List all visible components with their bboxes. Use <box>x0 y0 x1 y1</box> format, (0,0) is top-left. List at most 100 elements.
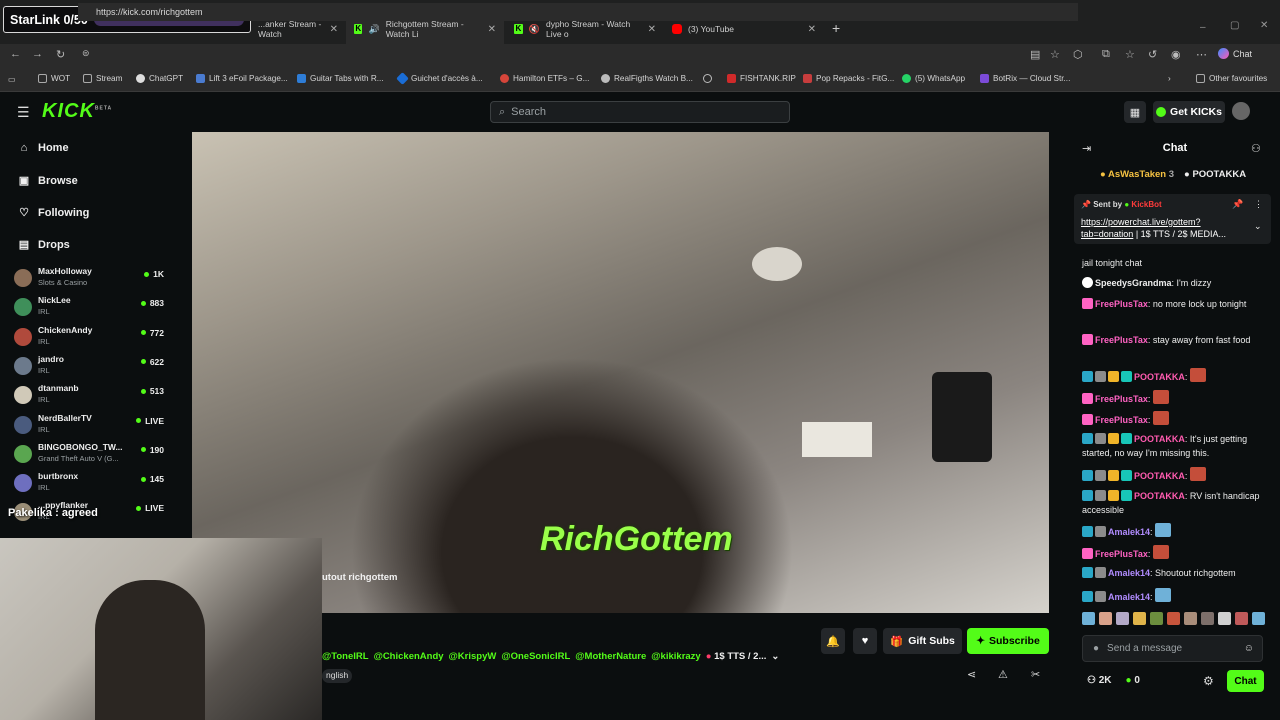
emote-icon[interactable] <box>1218 612 1231 625</box>
muted-speaker-icon[interactable]: 🔇 <box>529 24 540 35</box>
emote-icon[interactable] <box>1116 612 1129 625</box>
speaker-icon[interactable]: 🔊 <box>368 24 379 35</box>
gift-subs-button[interactable]: 🎁 Gift Subs <box>883 628 962 654</box>
sidebar-channel[interactable]: BINGOBONGO_TW... Grand Theft Auto V (G...… <box>14 442 164 470</box>
star-icon[interactable]: ☆ <box>1050 48 1060 61</box>
bookmark-item[interactable]: RealFigths Watch B... <box>601 74 693 83</box>
chat-username[interactable]: FreePlusTax <box>1095 549 1148 559</box>
clip-icon[interactable]: ✂ <box>1031 668 1040 681</box>
chat-username[interactable]: FreePlusTax <box>1095 415 1148 425</box>
history-icon[interactable]: ↺ <box>1148 48 1157 61</box>
nav-home[interactable]: ⌂ Home <box>18 142 69 154</box>
share-icon[interactable]: ⋖ <box>967 668 976 681</box>
sidebar-channel[interactable]: NerdBallerTV IRL LIVE <box>14 413 164 441</box>
profile-icon[interactable]: ◉ <box>1171 48 1181 61</box>
emote-icon[interactable] <box>1150 612 1163 625</box>
gear-icon[interactable]: ⚙ <box>1203 674 1214 688</box>
back-icon[interactable]: ← <box>10 48 21 60</box>
sidebar-channel[interactable]: ChickenAndy IRL 772 <box>14 325 164 353</box>
report-icon[interactable]: ⚠ <box>998 668 1008 681</box>
bookmark-item[interactable]: BotRix — Cloud Str... <box>980 74 1070 83</box>
chat-input[interactable]: ● Send a message ☺ <box>1082 635 1263 662</box>
chevron-right-icon[interactable]: › <box>1168 74 1171 83</box>
emote-icon[interactable] <box>1201 612 1214 625</box>
emote-icon[interactable] <box>1252 612 1265 625</box>
emote-icon[interactable] <box>1235 612 1248 625</box>
notification-bell-button[interactable]: 🔔 <box>821 628 845 654</box>
chevron-down-icon[interactable]: ⌄ <box>1254 221 1262 232</box>
reload-icon[interactable]: ↻ <box>56 48 65 61</box>
chat-username[interactable]: FreePlusTax <box>1095 299 1148 309</box>
bookmark-item[interactable] <box>703 74 712 83</box>
bookmark-item[interactable]: ChatGPT <box>136 74 183 83</box>
close-icon[interactable]: ✕ <box>330 24 338 35</box>
avatar[interactable] <box>1232 102 1250 120</box>
tag-link[interactable]: @KrispyW <box>449 651 497 662</box>
tag-link[interactable]: @ChickenAndy <box>374 651 444 662</box>
bookmark-item[interactable]: Pop Repacks - FitG... <box>803 74 894 83</box>
minimize-icon[interactable]: – <box>1200 22 1206 33</box>
tag-link[interactable]: @OneSonicIRL <box>501 651 570 662</box>
follow-button[interactable]: ♥ <box>853 628 877 654</box>
emote-icon[interactable] <box>1184 612 1197 625</box>
tag-link[interactable]: @kikikrazy <box>651 651 700 662</box>
menu-icon[interactable]: ☰ <box>17 104 30 121</box>
close-icon[interactable]: ✕ <box>808 24 816 35</box>
bookmark-item[interactable]: Lift 3 eFoil Package... <box>196 74 288 83</box>
tag-link[interactable]: @MotherNature <box>575 651 646 662</box>
forward-icon[interactable]: → <box>32 48 43 60</box>
bookmark-item[interactable]: Guitar Tabs with R... <box>297 74 384 83</box>
chat-username[interactable]: POOTAKKA <box>1134 372 1185 382</box>
more-icon[interactable]: ⋯ <box>1196 48 1207 61</box>
reader-icon[interactable]: ▤ <box>1030 48 1040 61</box>
chat-username[interactable]: Amalek14 <box>1108 568 1150 578</box>
other-favourites[interactable]: Other favourites <box>1196 74 1267 83</box>
dashboard-icon[interactable]: ▦ <box>1124 101 1146 123</box>
site-info-icon[interactable]: ⊜ <box>82 48 90 59</box>
tag-link[interactable]: @ToneIRL <box>322 651 369 662</box>
chevron-down-icon[interactable]: ⌄ <box>771 651 779 662</box>
chat-username[interactable]: SpeedysGrandma <box>1095 278 1172 288</box>
close-icon[interactable]: ✕ <box>488 24 496 35</box>
gifter-item[interactable]: ● AsWasTaken 3 <box>1100 169 1174 180</box>
sidebar-channel[interactable]: dtanmanb IRL 513 <box>14 383 164 411</box>
users-icon[interactable]: ⚇ <box>1251 142 1261 155</box>
emote-icon[interactable] <box>1082 612 1095 625</box>
new-tab-icon[interactable]: + <box>832 20 840 36</box>
sidebar-channel[interactable]: MaxHolloway Slots & Casino 1K <box>14 266 164 294</box>
chat-username[interactable]: Amalek14 <box>1108 592 1150 602</box>
get-kicks-button[interactable]: Get KICKs <box>1153 101 1225 123</box>
bookmark-item[interactable]: Guichet d'accès à... <box>396 72 483 85</box>
chat-username[interactable]: POOTAKKA <box>1134 491 1185 501</box>
nav-browse[interactable]: ▣ Browse <box>18 174 78 188</box>
chat-username[interactable]: FreePlusTax <box>1095 335 1148 345</box>
sidebar-channel[interactable]: NickLee IRL 883 <box>14 295 164 323</box>
language-tag[interactable]: nglish <box>322 669 353 683</box>
kick-logo[interactable]: KICKBETA <box>42 100 112 123</box>
send-chat-button[interactable]: Chat <box>1227 670 1264 692</box>
bot-name[interactable]: KickBot <box>1131 200 1161 209</box>
bookmark-item[interactable]: Hamilton ETFs – G... <box>500 74 589 83</box>
favorites-icon[interactable]: ☆ <box>1125 48 1135 61</box>
chat-username[interactable]: POOTAKKA <box>1134 471 1185 481</box>
gifter-item[interactable]: ● POOTAKKA <box>1184 169 1246 180</box>
bookmark-item[interactable]: FISHTANK.RIP <box>727 74 796 83</box>
maximize-icon[interactable]: ▢ <box>1230 20 1239 31</box>
chat-username[interactable]: FreePlusTax <box>1095 394 1148 404</box>
copilot-button[interactable]: Chat <box>1218 48 1252 59</box>
bookmark-item[interactable]: WOT <box>38 74 70 83</box>
bookmark-item[interactable]: (5) WhatsApp <box>902 74 965 83</box>
pin-icon[interactable]: 📌 <box>1232 199 1243 210</box>
nav-following[interactable]: ♡ Following <box>18 206 89 220</box>
emote-icon[interactable] <box>1099 612 1112 625</box>
close-icon[interactable]: ✕ <box>648 24 656 35</box>
sidebar-channel[interactable]: burtbronx IRL 145 <box>14 471 164 499</box>
nav-drops[interactable]: ▤ Drops <box>18 238 70 252</box>
bookmark-item[interactable]: Stream <box>83 74 122 83</box>
subscribe-button[interactable]: ✦ Subscribe <box>967 628 1049 654</box>
bookmarks-toggle-icon[interactable]: ▭ <box>8 74 16 84</box>
emote-icon[interactable] <box>1133 612 1146 625</box>
extensions-icon[interactable]: ⬡ <box>1073 48 1083 61</box>
emoji-icon[interactable]: ☺ <box>1244 643 1254 654</box>
url-input[interactable]: https://kick.com/richgottem <box>78 3 1078 21</box>
